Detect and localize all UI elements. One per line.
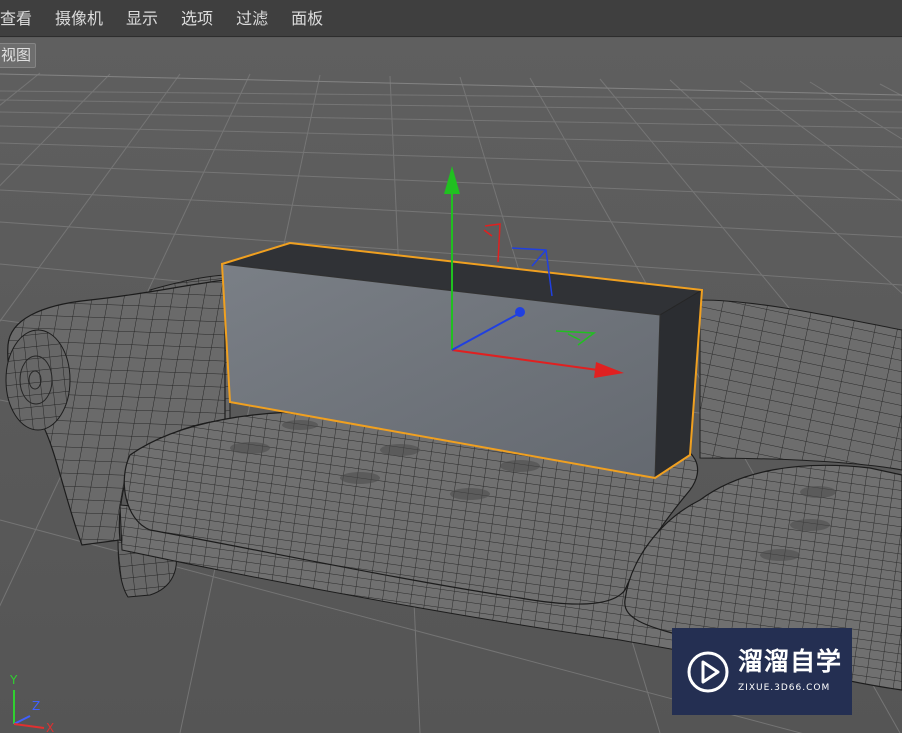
viewport-label[interactable]: 视图: [0, 43, 37, 68]
armrest-scroll: [5, 329, 71, 431]
sofa-backrest: [699, 299, 902, 471]
menu-display[interactable]: 显示: [118, 0, 165, 37]
menu-filter[interactable]: 过滤: [228, 0, 275, 37]
3d-viewport[interactable]: 视图 Y Z X 溜溜自学 ZIXUE.3D66.COM: [0, 38, 902, 733]
menu-options[interactable]: 选项: [173, 0, 220, 37]
menu-view[interactable]: 查看: [0, 0, 39, 37]
axis-y-label: Y: [9, 673, 18, 687]
play-logo-icon: [687, 651, 729, 692]
axis-x-line: [13, 723, 45, 729]
watermark-url: ZIXUE.3D66.COM: [738, 683, 831, 693]
watermark-badge: 溜溜自学 ZIXUE.3D66.COM: [672, 628, 852, 715]
menu-panel[interactable]: 面板: [283, 0, 330, 37]
axis-z-line: [13, 715, 31, 725]
app-window: 查看 摄像机 显示 选项 过滤 面板 视图 Y Z X 溜溜自学 ZIXUE.3…: [0, 0, 902, 733]
y-axis-arrow[interactable]: [444, 166, 460, 194]
watermark-text: 溜溜自学 ZIXUE.3D66.COM: [738, 648, 842, 695]
z-axis-knob[interactable]: [515, 307, 525, 317]
menu-bar: 查看 摄像机 显示 选项 过滤 面板: [0, 0, 902, 37]
axis-z-label: Z: [32, 699, 40, 713]
menu-camera[interactable]: 摄像机: [47, 0, 110, 37]
axis-x-label: X: [46, 721, 54, 733]
world-axis-indicator: Y Z X: [9, 673, 54, 733]
watermark-title: 溜溜自学: [738, 647, 843, 676]
